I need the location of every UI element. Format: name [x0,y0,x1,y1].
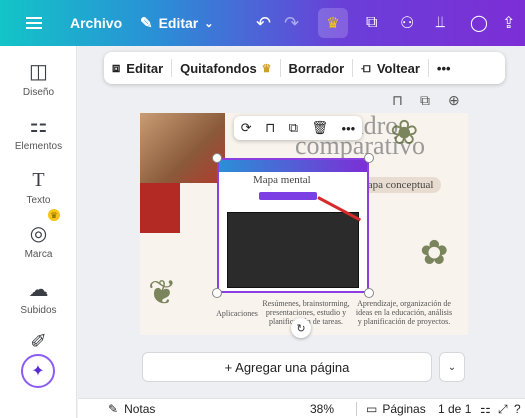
page-count: 1 de 1 [438,402,472,416]
lock-icon[interactable]: ⊓ [392,92,403,109]
duplicate-icon[interactable]: ⧉ [289,120,298,136]
floral-decoration: ✿ [420,234,449,272]
crown-icon: ♛ [318,8,348,38]
voltear-button[interactable]: ⟤ Voltear [353,52,428,84]
hamburger-icon[interactable] [26,0,42,46]
desk-photo [140,113,225,183]
sidebar-item-texto[interactable]: T Texto [0,168,77,206]
redo-icon[interactable]: ↷ [284,0,299,46]
left-sidebar: ◫ Diseño ⚏ Elementos T Texto ♛ ◎ Marca ☁… [0,46,77,418]
undo-icon[interactable]: ↶ [256,0,271,46]
rotate-handle-icon[interactable]: ↻ [291,318,311,338]
floral-decoration: ❀ [390,114,419,152]
image-edit-icon: ⧈ [112,60,121,75]
quitafondos-button[interactable]: Quitafondos ♛ [172,52,279,84]
divider [356,402,357,416]
lock-icon[interactable]: ⊓ [265,120,275,136]
floral-decoration: ❦ [148,274,177,312]
pages-icon: ▭ [366,402,378,416]
notes-icon: ✎ [108,402,119,416]
crown-button[interactable]: ♛ [318,0,348,46]
sidebar-item-draw[interactable]: ✐ [0,330,77,354]
rotate-icon[interactable]: ⟳ [241,120,252,136]
sidebar-item-marca[interactable]: ◎ Marca [0,222,77,260]
selected-image[interactable]: Mapa mental [217,158,369,293]
brand-icon: ◎ [29,223,48,245]
add-page-button[interactable]: + Agregar una página [142,352,432,382]
help-icon[interactable]: ? [514,399,521,418]
draw-icon: ✐ [30,331,47,353]
screenshot-dark-window [227,212,359,288]
red-photo [140,183,180,233]
layout-icon: ◫ [29,61,48,83]
text-icon: T [32,169,45,191]
image-context-toolbar: ⧈ Editar Quitafondos ♛ Borrador ⟤ Voltea… [104,52,505,84]
bottom-bar: ✎ Notas 38% ▭ Páginas 1 de 1 ⚏ ⤢ ? [78,398,525,418]
more-icon[interactable]: ••• [342,121,356,136]
zoom-level[interactable]: 38% [310,399,334,418]
add-page-icon[interactable]: ⊕ [448,92,460,109]
crown-icon: ♛ [261,62,272,75]
crown-icon: ♛ [48,209,60,221]
screenshot-topbar [219,160,367,172]
screenshot-pill: Mapa mental [253,174,311,186]
col-mapa-conceptual: Aprendizaje, organización de ideas en la… [355,299,453,326]
grid-view-icon[interactable]: ⚏ [480,399,491,418]
comment-icon[interactable]: ◯ [470,0,488,46]
resize-handle-tr[interactable] [364,153,374,163]
chart-icon[interactable]: ⫫ [436,0,445,46]
more-options-button[interactable]: ••• [429,52,459,84]
chevron-down-icon: ⌄ [204,17,214,30]
editar-image-button[interactable]: ⧈ Editar [104,52,171,84]
sidebar-item-subidos[interactable]: ☁ Subidos [0,278,77,316]
editar-menu[interactable]: ✎ Editar ⌄ [140,0,213,46]
borrador-button[interactable]: Borrador [281,52,353,84]
archivo-menu[interactable]: Archivo [70,0,122,46]
element-toolbar: ⟳ ⊓ ⧉ 🗑 ••• [234,116,362,140]
copy-icon[interactable]: ⧉ [366,0,377,46]
share-icon[interactable]: ⇪ [502,0,515,46]
resize-handle-tl[interactable] [212,153,222,163]
sidebar-item-elementos[interactable]: ⚏ Elementos [0,114,77,152]
notas-button[interactable]: ✎ Notas [108,399,155,418]
col-aplicaciones: Aplicaciones [216,309,258,318]
pencil-icon: ✎ [140,15,153,32]
crop-icon: ⟤ [361,60,371,75]
resize-handle-br[interactable] [364,288,374,298]
paginas-button[interactable]: ▭ Páginas [366,399,426,418]
people-icon[interactable]: ⚇ [400,0,414,46]
chevron-down-icon[interactable]: ⌄ [439,352,465,382]
screenshot-purple-button [259,192,317,200]
shapes-icon: ⚏ [29,115,48,137]
top-toolbar: Archivo ✎ Editar ⌄ ↶ ↷ ♛ ⧉ ⚇ ⫫ ◯ ⇪ [0,0,525,46]
magic-sparkle-icon[interactable]: ✦ [21,354,55,388]
sidebar-item-diseno[interactable]: ◫ Diseño [0,60,77,98]
fullscreen-icon[interactable]: ⤢ [498,399,508,418]
resize-handle-bl[interactable] [212,288,222,298]
trash-icon[interactable]: 🗑 [312,120,329,136]
duplicate-page-icon[interactable]: ⧉ [420,92,430,109]
upload-icon: ☁ [28,279,49,301]
